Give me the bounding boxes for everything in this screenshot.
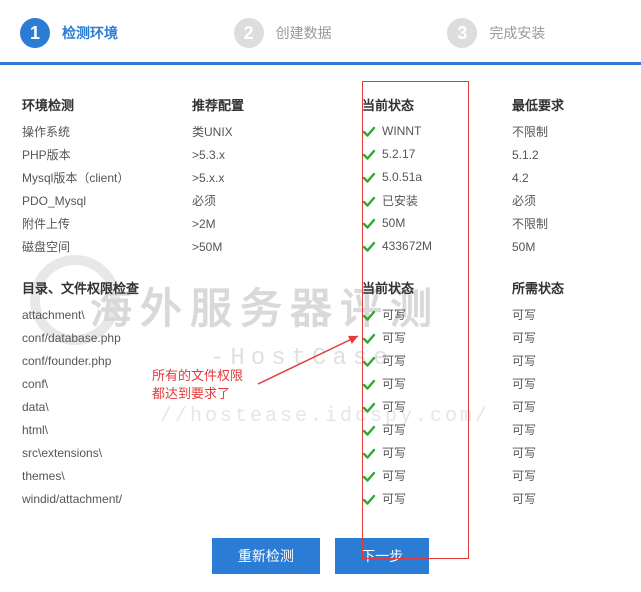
perm-item-current: 可写 [358,418,508,441]
env-item-current: 已安装 [358,189,508,212]
perm-item-current: 可写 [358,441,508,464]
perm-item-current: 可写 [358,326,508,349]
env-item-rec: >5.x.x [188,166,358,189]
perm-item-name: html\ [18,418,358,441]
env-item-name: PHP版本 [18,143,188,166]
perm-item-required: 可写 [508,441,623,464]
recheck-button[interactable]: 重新检测 [212,538,320,574]
env-item-current: 433672M [358,235,508,258]
env-col-current: 当前状态 [358,89,508,120]
env-col-min: 最低要求 [508,89,623,120]
perm-row: src\extensions\可写可写 [18,441,623,464]
step-1-label: 检测环境 [62,23,118,43]
perm-row: themes\可写可写 [18,464,623,487]
env-item-min: 不限制 [508,120,623,143]
env-item-name: 操作系统 [18,120,188,143]
env-item-current: 5.2.17 [358,143,508,166]
env-row: PDO_Mysql必须已安装必须 [18,189,623,212]
env-row: PHP版本>5.3.x5.2.175.1.2 [18,143,623,166]
env-item-min: 4.2 [508,166,623,189]
env-check-table: 环境检测 推荐配置 当前状态 最低要求 操作系统类UNIXWINNT不限制PHP… [18,89,623,510]
env-row: Mysql版本（client）>5.x.x5.0.51a4.2 [18,166,623,189]
env-row: 操作系统类UNIXWINNT不限制 [18,120,623,143]
step-3-num: 3 [447,18,477,48]
perm-row: data\可写可写 [18,395,623,418]
install-steps: 1 检测环境 2 创建数据 3 完成安装 [0,0,641,65]
perm-row: attachment\可写可写 [18,303,623,326]
next-button[interactable]: 下一步 [335,538,429,574]
env-item-current: WINNT [358,120,508,143]
perm-item-current: 可写 [358,487,508,510]
perm-item-required: 可写 [508,303,623,326]
perm-item-required: 可写 [508,326,623,349]
perm-item-name: windid/attachment/ [18,487,358,510]
perm-item-current: 可写 [358,372,508,395]
env-item-min: 50M [508,235,623,258]
perm-item-name: conf/database.php [18,326,358,349]
env-col-name: 环境检测 [18,89,188,120]
perm-item-required: 可写 [508,349,623,372]
perm-item-name: attachment\ [18,303,358,326]
env-item-min: 必须 [508,189,623,212]
perm-item-required: 可写 [508,464,623,487]
env-item-rec: >5.3.x [188,143,358,166]
env-item-name: 磁盘空间 [18,235,188,258]
perm-item-name: conf\ [18,372,358,395]
env-item-rec: >50M [188,235,358,258]
perm-col-required: 所需状态 [508,258,623,303]
env-item-current: 5.0.51a [358,166,508,189]
content-area: 海外服务器评测 -HostCase- //hostease.idcspy.com… [0,65,641,524]
env-row: 磁盘空间>50M433672M50M [18,235,623,258]
env-item-rec: >2M [188,212,358,235]
env-row: 附件上传>2M50M不限制 [18,212,623,235]
perm-row: windid/attachment/可写可写 [18,487,623,510]
perm-row: conf\可写可写 [18,372,623,395]
perm-row: conf/database.php可写可写 [18,326,623,349]
env-item-current: 50M [358,212,508,235]
step-2: 2 创建数据 [214,18,428,48]
perm-col-current: 当前状态 [358,258,508,303]
env-item-rec: 必须 [188,189,358,212]
perm-item-name: data\ [18,395,358,418]
perm-item-name: themes\ [18,464,358,487]
perm-item-required: 可写 [508,372,623,395]
perm-item-required: 可写 [508,395,623,418]
env-item-name: PDO_Mysql [18,189,188,212]
perm-row: html\可写可写 [18,418,623,441]
env-item-min: 不限制 [508,212,623,235]
button-bar: 重新检测 下一步 [0,524,641,592]
perm-item-name: src\extensions\ [18,441,358,464]
env-item-min: 5.1.2 [508,143,623,166]
env-col-recommended: 推荐配置 [188,89,358,120]
perm-item-required: 可写 [508,487,623,510]
env-item-name: Mysql版本（client） [18,166,188,189]
perm-item-current: 可写 [358,464,508,487]
perm-item-required: 可写 [508,418,623,441]
perm-item-current: 可写 [358,395,508,418]
perm-item-name: conf/founder.php [18,349,358,372]
step-2-num: 2 [234,18,264,48]
step-3: 3 完成安装 [427,18,641,48]
perm-item-current: 可写 [358,349,508,372]
perm-row: conf/founder.php可写可写 [18,349,623,372]
perm-item-current: 可写 [358,303,508,326]
env-item-name: 附件上传 [18,212,188,235]
step-1: 1 检测环境 [0,18,214,48]
perm-col-name: 目录、文件权限检查 [18,258,358,303]
env-item-rec: 类UNIX [188,120,358,143]
step-2-label: 创建数据 [276,23,332,43]
step-3-label: 完成安装 [489,23,545,43]
step-1-num: 1 [20,18,50,48]
